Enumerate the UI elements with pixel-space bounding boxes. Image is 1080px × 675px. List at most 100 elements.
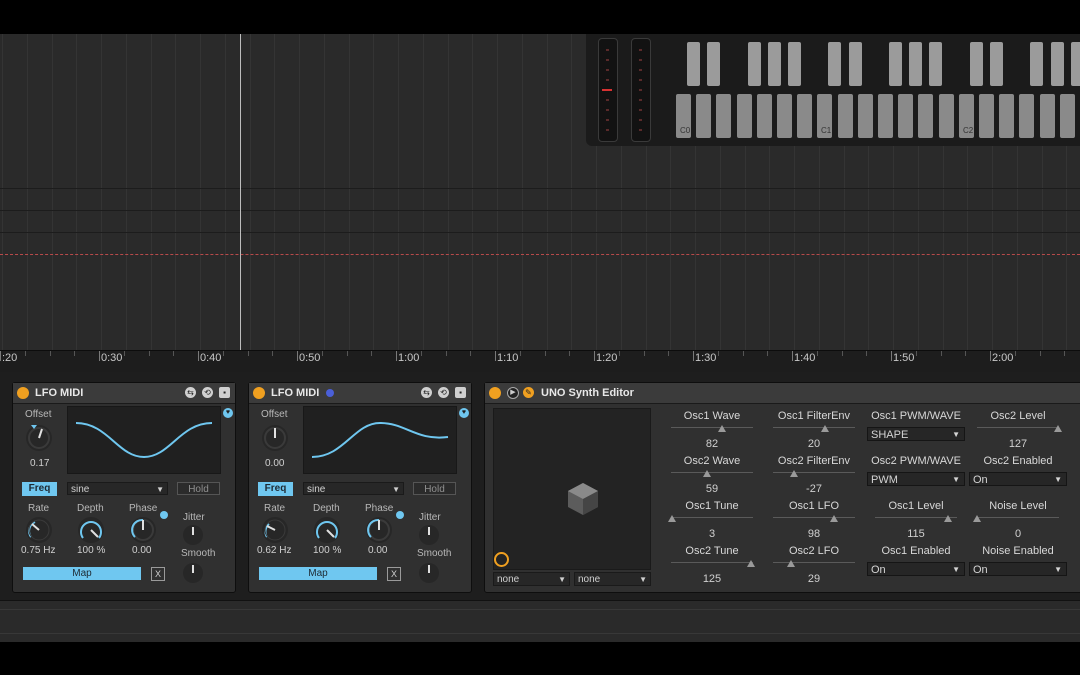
black-key[interactable]	[1071, 42, 1080, 86]
map-button[interactable]: Map	[259, 567, 377, 580]
black-key[interactable]	[1051, 42, 1064, 86]
white-key[interactable]	[1019, 94, 1034, 138]
offset-knob[interactable]	[262, 425, 288, 451]
lfo-midi-device-1[interactable]: LFO MIDI ⇆ ⟲ ▪ Offset 0.17 ♥ Freq sine ▼ …	[12, 382, 236, 593]
white-key[interactable]	[716, 94, 731, 138]
osc2-level-slider[interactable]	[1054, 425, 1062, 432]
xy-y-select[interactable]: none ▼	[574, 572, 651, 586]
device-titlebar[interactable]: LFO MIDI ⇆ ⟲ ▪	[249, 383, 471, 404]
white-key[interactable]	[918, 94, 933, 138]
phase-knob[interactable]	[130, 517, 156, 543]
favorite-icon[interactable]: ♥	[459, 408, 469, 418]
black-key[interactable]	[828, 42, 841, 86]
osc2-lfo-slider[interactable]	[787, 560, 795, 567]
noise-level-slider[interactable]	[973, 515, 981, 522]
shape-select[interactable]: sine ▼	[303, 482, 404, 495]
time-ruler[interactable]: :20 0:30 0:40 0:50 1:00 1:10 1:20 1:30 1:40 1:50 2…	[0, 350, 1080, 373]
smooth-knob[interactable]	[183, 563, 203, 583]
osc2-wave-slider[interactable]	[703, 470, 711, 477]
hold-button[interactable]: Hold	[177, 482, 220, 495]
white-key[interactable]	[737, 94, 752, 138]
jitter-knob[interactable]	[183, 525, 203, 545]
black-key[interactable]	[889, 42, 902, 86]
shape-select[interactable]: sine ▼	[67, 482, 168, 495]
sync-icon[interactable]: ⟲	[438, 387, 449, 398]
device-power-button[interactable]	[489, 387, 501, 399]
osc2-pwm-select[interactable]: PWM ▼	[867, 472, 965, 486]
white-key[interactable]	[1060, 94, 1075, 138]
freq-mode-button[interactable]: Freq	[22, 482, 57, 496]
black-key[interactable]	[768, 42, 781, 86]
smooth-knob[interactable]	[419, 563, 439, 583]
playhead[interactable]	[240, 34, 241, 350]
map-button[interactable]: Map	[23, 567, 141, 580]
hot-swap-icon[interactable]: ⇆	[421, 387, 432, 398]
xy-x-select[interactable]: none ▼	[493, 572, 570, 586]
black-key[interactable]	[1030, 42, 1043, 86]
white-key[interactable]	[757, 94, 772, 138]
xy-cursor[interactable]	[494, 552, 509, 567]
jitter-knob[interactable]	[419, 525, 439, 545]
black-key[interactable]	[707, 42, 720, 86]
automation-line[interactable]	[0, 254, 1080, 255]
white-key[interactable]	[838, 94, 853, 138]
black-key[interactable]	[970, 42, 983, 86]
white-key[interactable]	[939, 94, 954, 138]
black-key[interactable]	[748, 42, 761, 86]
osc1-lfo-slider[interactable]	[830, 515, 838, 522]
depth-knob[interactable]	[78, 517, 104, 543]
rate-knob[interactable]	[262, 517, 288, 543]
black-key[interactable]	[687, 42, 700, 86]
save-icon[interactable]: ▪	[455, 387, 466, 398]
white-key[interactable]	[1040, 94, 1055, 138]
white-key[interactable]	[999, 94, 1014, 138]
white-key[interactable]	[979, 94, 994, 138]
wrench-icon[interactable]: ✎	[523, 387, 534, 398]
osc1-wave-slider[interactable]	[718, 425, 726, 432]
osc2-filterenv-slider[interactable]	[790, 470, 798, 477]
osc1-level-slider[interactable]	[944, 515, 952, 522]
depth-knob[interactable]	[314, 517, 340, 543]
white-key[interactable]	[696, 94, 711, 138]
device-titlebar[interactable]: ▶ ✎ UNO Synth Editor	[485, 383, 1080, 404]
lfo-midi-device-2[interactable]: LFO MIDI ⇆ ⟲ ▪ Offset 0.00 ♥ Freq sine ▼ …	[248, 382, 472, 593]
unmap-button[interactable]: X	[151, 567, 165, 581]
osc2-lfo-label: Osc2 LFO	[788, 545, 840, 557]
arrangement-view[interactable]: C0 C1 C2	[0, 34, 1080, 350]
osc1-tune-slider[interactable]	[668, 515, 676, 522]
white-key[interactable]	[878, 94, 893, 138]
noise-enabled-select[interactable]: On ▼	[969, 562, 1067, 576]
uno-synth-editor-device[interactable]: ▶ ✎ UNO Synth Editor none ▼ none ▼ Osc1 Wa…	[484, 382, 1080, 593]
device-power-button[interactable]	[17, 387, 29, 399]
white-key[interactable]	[797, 94, 812, 138]
osc2-tune-slider[interactable]	[747, 560, 755, 567]
hold-button[interactable]: Hold	[413, 482, 456, 495]
midi-keyboard[interactable]: C0 C1 C2	[586, 34, 1080, 146]
white-key[interactable]	[777, 94, 792, 138]
unmap-button[interactable]: X	[387, 567, 401, 581]
white-key[interactable]	[898, 94, 913, 138]
black-key[interactable]	[849, 42, 862, 86]
black-key[interactable]	[929, 42, 942, 86]
favorite-icon[interactable]: ♥	[223, 408, 233, 418]
save-icon[interactable]: ▪	[219, 387, 230, 398]
xy-pad[interactable]	[493, 408, 651, 570]
osc1-enabled-select[interactable]: On ▼	[867, 562, 965, 576]
sync-icon[interactable]: ⟲	[202, 387, 213, 398]
hot-swap-icon[interactable]: ⇆	[185, 387, 196, 398]
osc2-enabled-select[interactable]: On ▼	[969, 472, 1067, 486]
device-titlebar[interactable]: LFO MIDI ⇆ ⟲ ▪	[13, 383, 235, 404]
phase-knob[interactable]	[366, 517, 392, 543]
rate-knob[interactable]	[26, 517, 52, 543]
osc1-filterenv-slider[interactable]	[821, 425, 829, 432]
osc2-pwm-label: Osc2 PWM/WAVE	[871, 455, 961, 467]
black-key[interactable]	[990, 42, 1003, 86]
freq-mode-button[interactable]: Freq	[258, 482, 293, 496]
black-key[interactable]	[909, 42, 922, 86]
black-key[interactable]	[788, 42, 801, 86]
device-power-button[interactable]	[253, 387, 265, 399]
offset-knob[interactable]	[26, 425, 52, 451]
white-key[interactable]	[858, 94, 873, 138]
play-icon[interactable]: ▶	[507, 387, 519, 399]
osc1-pwm-select[interactable]: SHAPE ▼	[867, 427, 965, 441]
